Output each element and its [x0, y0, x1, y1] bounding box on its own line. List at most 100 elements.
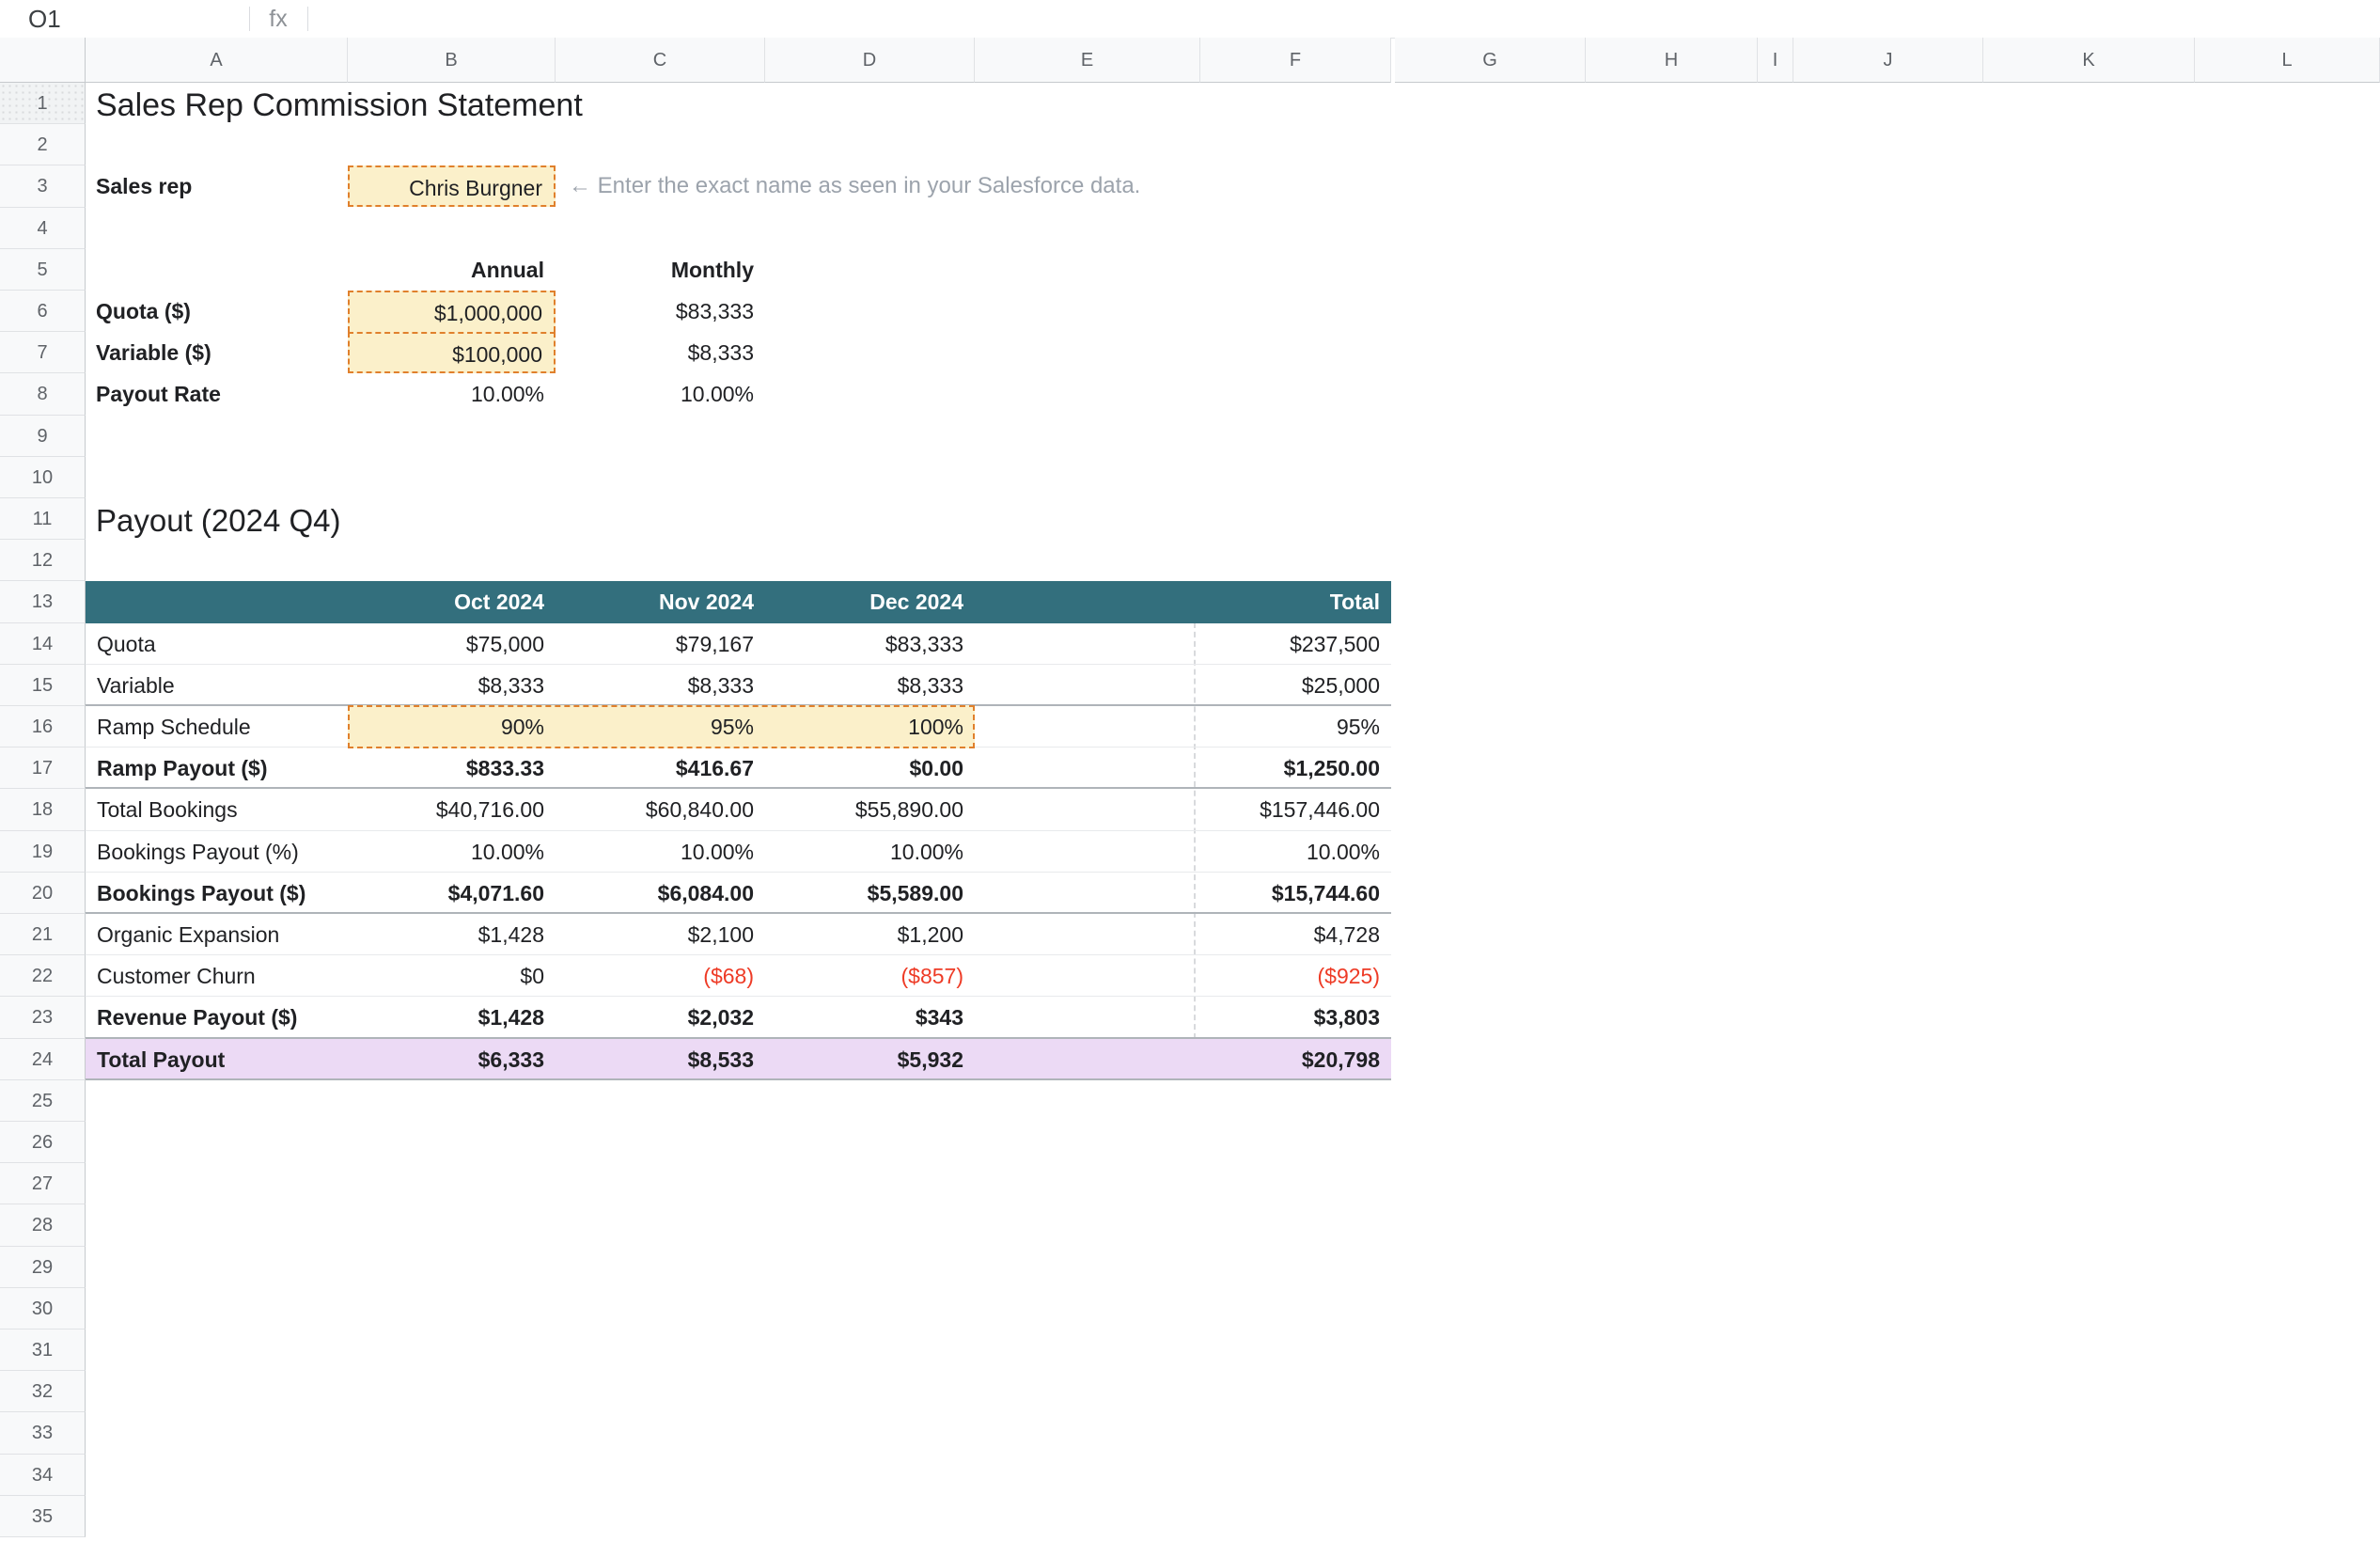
column-header-J[interactable]: J	[1793, 38, 1983, 83]
payout-row-total-bookings[interactable]: Total Bookings$40,716.00$60,840.00$55,89…	[86, 789, 1391, 830]
cell-value[interactable]: $4,071.60	[348, 873, 556, 914]
row-header-28[interactable]: 28	[0, 1204, 86, 1246]
payout-row-customer-churn[interactable]: Customer Churn$0($68)($857)($925)	[86, 955, 1391, 997]
cell-value[interactable]: $416.67	[556, 747, 765, 789]
cell-value[interactable]: $60,840.00	[556, 789, 765, 830]
payout-header-dec-2024[interactable]: Dec 2024	[765, 581, 975, 622]
column-header-B[interactable]: B	[348, 38, 556, 83]
payout-header-nov-2024[interactable]: Nov 2024	[556, 581, 765, 622]
row-label[interactable]: Bookings Payout (%)	[86, 831, 348, 873]
column-header-K[interactable]: K	[1983, 38, 2195, 83]
rate-header-monthly[interactable]: Monthly	[556, 249, 765, 291]
row-label[interactable]: Customer Churn	[86, 955, 348, 997]
column-header-A[interactable]: A	[86, 38, 348, 83]
payout-row-ramp-payout-[interactable]: Ramp Payout ($)$833.33$416.67$0.00$1,250…	[86, 747, 1391, 789]
row-header-21[interactable]: 21	[0, 914, 86, 955]
column-header-H[interactable]: H	[1586, 38, 1758, 83]
cell-value[interactable]: $343	[765, 997, 975, 1038]
row-header-9[interactable]: 9	[0, 416, 86, 457]
payout-table-header-row[interactable]: Oct 2024Nov 2024Dec 2024Total	[86, 581, 1391, 622]
sales-rep-input[interactable]: Chris Burgner	[348, 165, 556, 207]
row-header-34[interactable]: 34	[0, 1455, 86, 1496]
variable-label[interactable]: Variable ($)	[96, 332, 211, 373]
cell-value[interactable]: 90%	[348, 706, 556, 747]
row-header-11[interactable]: 11	[0, 498, 86, 540]
column-header-D[interactable]: D	[765, 38, 975, 83]
cell-value[interactable]: $20,798	[1200, 1039, 1391, 1080]
payout-row-variable[interactable]: Variable$8,333$8,333$8,333$25,000	[86, 665, 1391, 706]
cell-reference-box[interactable]: O1	[0, 0, 249, 38]
cell-value[interactable]: ($925)	[1200, 955, 1391, 997]
payout-rate-label[interactable]: Payout Rate	[96, 373, 221, 415]
payout-row-bookings-payout-[interactable]: Bookings Payout ($)$4,071.60$6,084.00$5,…	[86, 873, 1391, 914]
column-header-I[interactable]: I	[1758, 38, 1793, 83]
cell-value[interactable]: $8,333	[765, 665, 975, 706]
payout-row-organic-expansion[interactable]: Organic Expansion$1,428$2,100$1,200$4,72…	[86, 914, 1391, 955]
cell-value[interactable]: $1,428	[348, 914, 556, 955]
cell-value[interactable]: $8,533	[556, 1039, 765, 1080]
row-header-16[interactable]: 16	[0, 706, 86, 747]
column-header-E[interactable]: E	[975, 38, 1200, 83]
row-header-19[interactable]: 19	[0, 831, 86, 873]
row-header-22[interactable]: 22	[0, 955, 86, 997]
quota-label[interactable]: Quota ($)	[96, 291, 191, 332]
payout-rate-monthly-value[interactable]: 10.00%	[556, 373, 765, 415]
row-header-15[interactable]: 15	[0, 665, 86, 706]
quota-annual-input[interactable]: $1,000,000	[348, 291, 556, 332]
row-label[interactable]: Total Payout	[86, 1039, 348, 1080]
cell-value[interactable]: 95%	[1200, 706, 1391, 747]
variable-annual-input[interactable]: $100,000	[348, 332, 556, 373]
row-header-17[interactable]: 17	[0, 747, 86, 789]
cell-value[interactable]: 10.00%	[1200, 831, 1391, 873]
row-header-12[interactable]: 12	[0, 540, 86, 581]
cell-value[interactable]: $6,333	[348, 1039, 556, 1080]
row-header-25[interactable]: 25	[0, 1080, 86, 1122]
payout-row-total-payout[interactable]: Total Payout$6,333$8,533$5,932 $20,798	[86, 1039, 1391, 1080]
cell-value[interactable]: $8,333	[348, 665, 556, 706]
cell-value[interactable]: $1,250.00	[1200, 747, 1391, 789]
column-header-F[interactable]: F	[1200, 38, 1391, 83]
row-header-33[interactable]: 33	[0, 1412, 86, 1454]
row-header-32[interactable]: 32	[0, 1371, 86, 1412]
cell-value[interactable]: 100%	[765, 706, 975, 747]
row-header-13[interactable]: 13	[0, 581, 86, 622]
row-header-30[interactable]: 30	[0, 1288, 86, 1330]
row-label[interactable]: Bookings Payout ($)	[86, 873, 348, 914]
rate-header-annual[interactable]: Annual	[348, 249, 556, 291]
row-label[interactable]: Revenue Payout ($)	[86, 997, 348, 1038]
cell-value[interactable]: $157,446.00	[1200, 789, 1391, 830]
cell-value[interactable]: $55,890.00	[765, 789, 975, 830]
cell-value[interactable]: $2,032	[556, 997, 765, 1038]
cell-value[interactable]: $2,100	[556, 914, 765, 955]
cell-value[interactable]: 10.00%	[765, 831, 975, 873]
payout-header-oct-2024[interactable]: Oct 2024	[348, 581, 556, 622]
row-header-7[interactable]: 7	[0, 332, 86, 373]
cell-value[interactable]: 10.00%	[348, 831, 556, 873]
column-header-G[interactable]: G	[1395, 38, 1586, 83]
payout-row-bookings-payout-[interactable]: Bookings Payout (%)10.00%10.00%10.00%10.…	[86, 831, 1391, 873]
cell-value[interactable]: $75,000	[348, 623, 556, 665]
row-label[interactable]: Variable	[86, 665, 348, 706]
cell-value[interactable]: $833.33	[348, 747, 556, 789]
row-label[interactable]: Ramp Payout ($)	[86, 747, 348, 789]
row-label[interactable]: Quota	[86, 623, 348, 665]
row-header-5[interactable]: 5	[0, 249, 86, 291]
quota-monthly-value[interactable]: $83,333	[556, 291, 765, 332]
cell-value[interactable]: $3,803	[1200, 997, 1391, 1038]
cell-value[interactable]: $40,716.00	[348, 789, 556, 830]
row-label[interactable]: Ramp Schedule	[86, 706, 348, 747]
cell-value[interactable]: $1,428	[348, 997, 556, 1038]
cell-value[interactable]: $5,932	[765, 1039, 975, 1080]
cell-value[interactable]: ($68)	[556, 955, 765, 997]
row-header-20[interactable]: 20	[0, 873, 86, 914]
row-header-26[interactable]: 26	[0, 1122, 86, 1163]
payout-row-revenue-payout-[interactable]: Revenue Payout ($)$1,428$2,032$343 $3,803	[86, 997, 1391, 1038]
payout-rate-annual-value[interactable]: 10.00%	[348, 373, 556, 415]
select-all-corner[interactable]	[0, 38, 86, 83]
cell-value[interactable]: $6,084.00	[556, 873, 765, 914]
row-header-8[interactable]: 8	[0, 373, 86, 415]
cell-value[interactable]: $79,167	[556, 623, 765, 665]
column-header-C[interactable]: C	[556, 38, 765, 83]
row-header-35[interactable]: 35	[0, 1496, 86, 1537]
row-header-18[interactable]: 18	[0, 789, 86, 830]
